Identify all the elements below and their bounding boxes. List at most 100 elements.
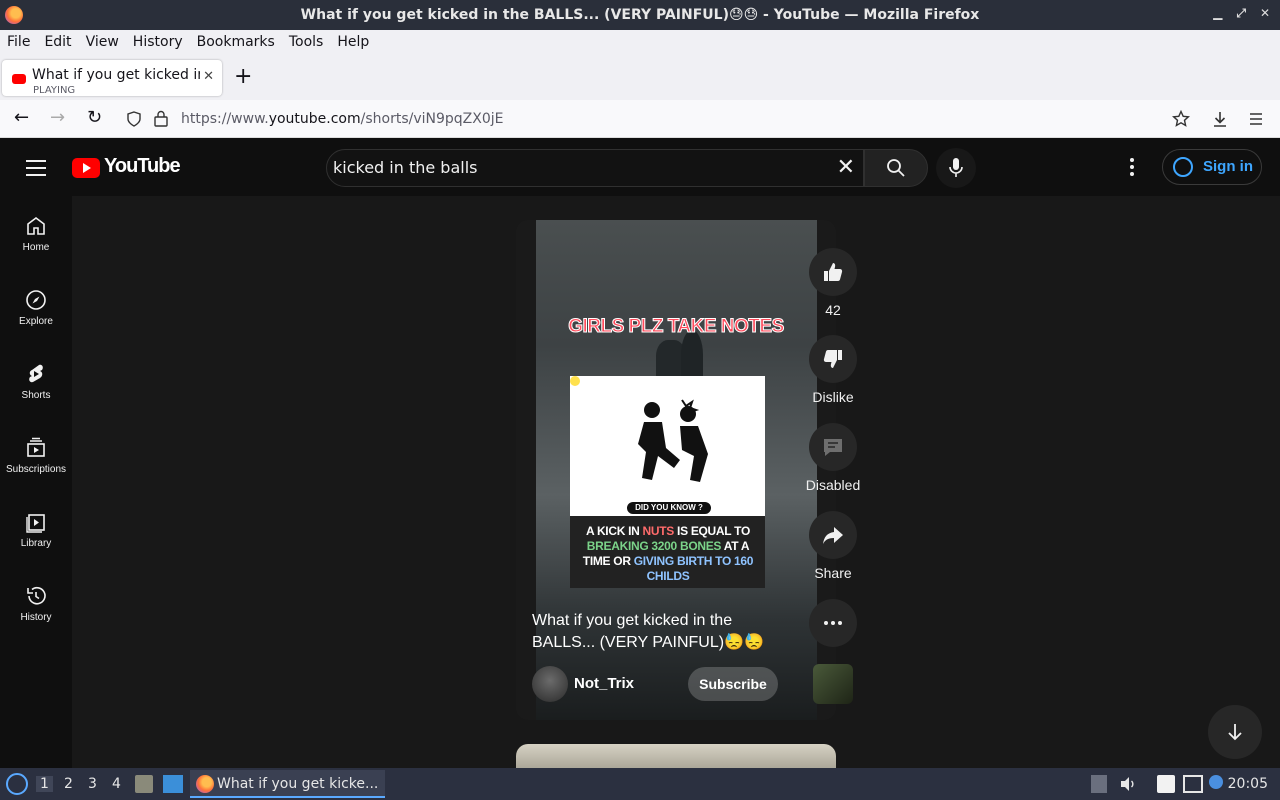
maximize-icon[interactable]: ⤢ <box>1236 6 1246 21</box>
sidebar-item-shorts[interactable]: Shorts <box>0 344 72 414</box>
workspace-1[interactable]: 1 <box>36 776 53 792</box>
comments-disabled-label: Disabled <box>805 477 861 493</box>
sidebar-label-explore: Explore <box>19 316 53 327</box>
taskbar-task-title: What if you get kicke... <box>217 776 379 792</box>
sidebar-label-subscriptions: Subscriptions <box>5 464 67 475</box>
sticker-dot-icon <box>570 376 580 386</box>
channel-name[interactable]: Not_Trix <box>574 675 634 692</box>
url-bar[interactable]: https://www.youtube.com/shorts/viN9pqZX0… <box>118 103 1203 135</box>
firefox-logo-icon <box>5 6 23 24</box>
video-overlay-heading: GIRLS PLZ TAKE NOTES <box>568 316 785 338</box>
sound-thumbnail[interactable] <box>813 664 853 704</box>
guide-menu-icon[interactable] <box>26 160 46 181</box>
downloads-icon[interactable] <box>1211 110 1229 128</box>
sidebar-label-history: History <box>20 612 52 623</box>
sidebar-item-home[interactable]: Home <box>0 196 72 266</box>
infographic-fact-text: A KICK IN NUTS IS EQUAL TO BREAKING 3200… <box>582 524 754 583</box>
sign-in-button[interactable]: Sign in <box>1162 149 1262 185</box>
menu-edit[interactable]: Edit <box>44 34 71 50</box>
search-icon <box>887 159 905 177</box>
app-menu-icon[interactable] <box>1248 111 1264 127</box>
reload-button[interactable]: ↻ <box>87 107 102 128</box>
youtube-header: YouTube ✕ Sign in <box>0 138 1280 196</box>
more-actions-button[interactable] <box>809 599 857 647</box>
history-icon <box>27 586 46 605</box>
menubar: File Edit View History Bookmarks Tools H… <box>0 30 1280 54</box>
tab-close-icon[interactable]: ✕ <box>203 69 214 84</box>
dislike-button[interactable] <box>809 335 857 383</box>
youtube-logo-text[interactable]: YouTube <box>104 155 181 178</box>
comment-icon <box>824 439 842 456</box>
library-icon <box>26 514 45 533</box>
menu-bookmarks[interactable]: Bookmarks <box>197 34 275 50</box>
updates-icon[interactable] <box>1209 775 1223 789</box>
forward-button[interactable]: → <box>50 107 65 128</box>
search-button[interactable] <box>864 149 928 187</box>
settings-more-icon[interactable] <box>1130 158 1136 179</box>
more-horizontal-icon <box>824 621 842 625</box>
menu-tools[interactable]: Tools <box>289 34 324 50</box>
youtube-favicon-icon <box>12 74 26 84</box>
next-video-button[interactable] <box>1208 705 1262 759</box>
show-desktop-icon[interactable] <box>163 775 183 793</box>
new-tab-button[interactable]: + <box>234 64 252 89</box>
infographic-card: DID YOU KNOW ? A KICK IN NUTS IS EQUAL T… <box>570 376 765 588</box>
workspace-4[interactable]: 4 <box>112 776 121 792</box>
sidebar-item-subscriptions[interactable]: Subscriptions <box>0 418 72 488</box>
like-button[interactable] <box>809 248 857 296</box>
start-menu-icon[interactable] <box>6 773 28 795</box>
menu-help[interactable]: Help <box>337 34 369 50</box>
volume-icon[interactable] <box>1119 775 1137 793</box>
menu-view[interactable]: View <box>86 34 119 50</box>
kick-pictogram-icon <box>638 399 708 482</box>
dislike-action[interactable]: Dislike <box>808 335 858 405</box>
youtube-logo-icon[interactable] <box>72 158 100 178</box>
channel-avatar[interactable] <box>532 666 568 702</box>
tray-arrow-icon[interactable] <box>1091 775 1107 793</box>
subscribe-button[interactable]: Subscribe <box>688 667 778 701</box>
sidebar-item-history[interactable]: History <box>0 566 72 636</box>
like-action[interactable]: 42 <box>808 248 858 318</box>
workspace-3[interactable]: 3 <box>88 776 97 792</box>
share-button[interactable] <box>809 511 857 559</box>
url-text[interactable]: https://www.youtube.com/shorts/viN9pqZX0… <box>181 111 504 127</box>
thumbs-up-icon <box>824 263 843 281</box>
comments-action[interactable]: Disabled <box>806 423 860 493</box>
desktop-taskbar: 1 2 3 4 What if you get kicke... 20:05 <box>0 768 1280 800</box>
workspace-2[interactable]: 2 <box>64 776 73 792</box>
taskbar-firefox-task[interactable]: What if you get kicke... <box>190 770 385 798</box>
menu-file[interactable]: File <box>7 34 30 50</box>
minimize-icon[interactable]: ▁ <box>1213 6 1222 21</box>
firefox-task-icon <box>196 775 214 793</box>
close-window-icon[interactable]: ✕ <box>1260 6 1270 21</box>
tab-title: What if you get kicked in the BALLS <box>32 67 200 83</box>
file-manager-icon[interactable] <box>135 775 153 793</box>
mini-guide-sidebar: Home Explore Shorts Subscriptions Librar… <box>0 196 72 768</box>
account-icon <box>1173 157 1193 177</box>
bookmark-star-icon[interactable] <box>1172 110 1190 128</box>
back-button[interactable]: ← <box>14 107 29 128</box>
clipboard-icon[interactable] <box>1157 775 1175 793</box>
voice-search-button[interactable] <box>936 148 976 188</box>
shorts-icon <box>29 364 43 383</box>
menu-history[interactable]: History <box>133 34 183 50</box>
sidebar-item-library[interactable]: Library <box>0 492 72 562</box>
share-label: Share <box>814 565 852 581</box>
sidebar-item-explore[interactable]: Explore <box>0 270 72 340</box>
tab-strip: What if you get kicked in the BALLS PLAY… <box>0 54 1280 100</box>
compass-icon <box>26 290 46 310</box>
clock: 20:05 <box>1227 776 1268 792</box>
short-player[interactable]: GIRLS PLZ TAKE NOTES DID YOU KNOW ? A KI… <box>516 220 836 720</box>
network-icon[interactable] <box>1183 775 1203 793</box>
sidebar-label-library: Library <box>20 538 52 549</box>
search-input[interactable] <box>333 158 813 177</box>
tracking-protection-icon[interactable] <box>126 111 142 127</box>
share-action[interactable]: Share <box>808 511 858 581</box>
more-actions[interactable] <box>808 599 858 647</box>
short-title[interactable]: What if you get kicked in the BALLS... (… <box>532 610 782 654</box>
browser-tab[interactable]: What if you get kicked in the BALLS PLAY… <box>2 60 222 96</box>
search-box[interactable]: ✕ <box>326 149 864 187</box>
lock-icon[interactable] <box>154 110 168 127</box>
comments-button[interactable] <box>809 423 857 471</box>
clear-search-icon[interactable]: ✕ <box>837 155 855 180</box>
